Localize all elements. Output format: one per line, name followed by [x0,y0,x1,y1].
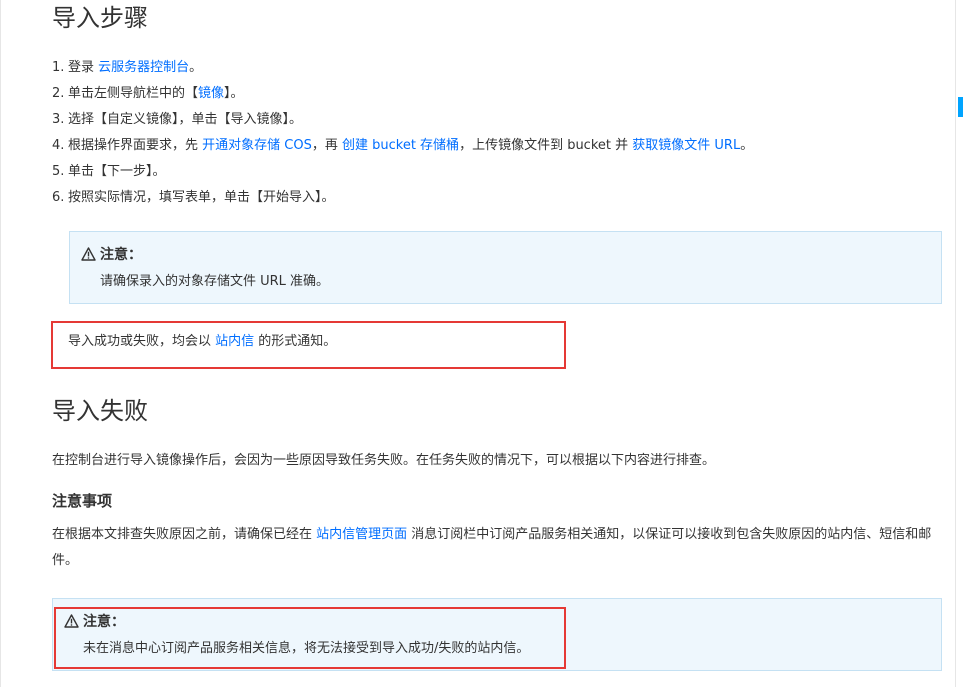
get-image-url-link[interactable]: 获取镜像文件 URL [632,138,740,153]
step-item: 3. 选择【自定义镜像】，单击【导入镜像】。 [52,107,753,133]
result-text: 导入成功或失败，均会以 [68,334,216,349]
note-box-url: 注意： 请确保录入的对象存储文件 URL 准确。 [69,231,942,304]
enable-cos-link[interactable]: 开通对象存储 COS [202,138,312,153]
step-text: 按照实际情况，填写表单，单击【开始导入】。 [68,190,335,205]
message-management-link[interactable]: 站内信管理页面 [316,527,407,542]
step-item: 1. 登录 云服务器控制台。 [52,55,753,81]
import-failure-heading: 导入失败 [52,397,148,425]
failure-intro-text: 在控制台进行导入镜像操作后，会因为一些原因导致任务失败。在任务失败的情况下，可以… [52,453,716,468]
step-item: 5. 单击【下一步】。 [52,159,753,185]
site-message-link[interactable]: 站内信 [215,334,254,349]
note-title-text: 注意： [100,247,142,263]
step-number: 2. [52,86,65,101]
precautions-heading: 注意事项 [52,492,113,510]
step-text: 单击左侧导航栏中的【 [68,86,199,101]
step-text: 登录 [68,60,99,75]
content-right-border [955,0,956,687]
step-text: 单击【下一步】。 [68,164,166,179]
step-text: 根据操作界面要求，先 [68,138,203,153]
import-steps-heading: 导入步骤 [52,4,148,32]
note-body: 请确保录入的对象存储文件 URL 准确。 [100,274,330,289]
step-number: 6. [52,190,65,205]
result-notice-line: 导入成功或失败，均会以 站内信 的形式通知。 [68,332,336,352]
step-text: 。 [740,138,754,153]
step-text: 选择【自定义镜像】，单击【导入镜像】。 [68,112,303,127]
para-text: 在根据本文排查失败原因之前，请确保已经在 [52,527,317,542]
step-number: 4. [52,138,65,153]
step-text: ，上传镜像文件到 bucket 并 [459,138,633,153]
step-item: 2. 单击左侧导航栏中的【镜像】。 [52,81,753,107]
precautions-paragraph: 在根据本文排查失败原因之前，请确保已经在 站内信管理页面 消息订阅栏中订阅产品服… [52,522,942,574]
highlight-box-subscription [54,607,566,669]
step-number: 1. [52,60,65,75]
cvm-console-link[interactable]: 云服务器控制台 [98,60,189,75]
step-text: 。 [189,60,203,75]
step-text: ，再 [311,138,342,153]
result-text: 的形式通知。 [254,334,337,349]
step-number: 3. [52,112,65,127]
warning-triangle-icon [81,247,96,261]
step-item: 4. 根据操作界面要求，先 开通对象存储 COS，再 创建 bucket 存储桶，… [52,133,753,159]
side-anchor-marker [958,97,963,117]
step-item: 6. 按照实际情况，填写表单，单击【开始导入】。 [52,185,753,211]
create-bucket-link[interactable]: 创建 bucket 存储桶 [342,138,459,153]
step-text: 】。 [224,86,244,101]
image-link[interactable]: 镜像 [198,86,224,101]
import-steps-list: 1. 登录 云服务器控制台。 2. 单击左侧导航栏中的【镜像】。 3. 选择【自定义镜… [52,55,753,211]
note-title: 注意： [81,245,142,265]
step-number: 5. [52,164,65,179]
content-left-border [0,0,1,687]
